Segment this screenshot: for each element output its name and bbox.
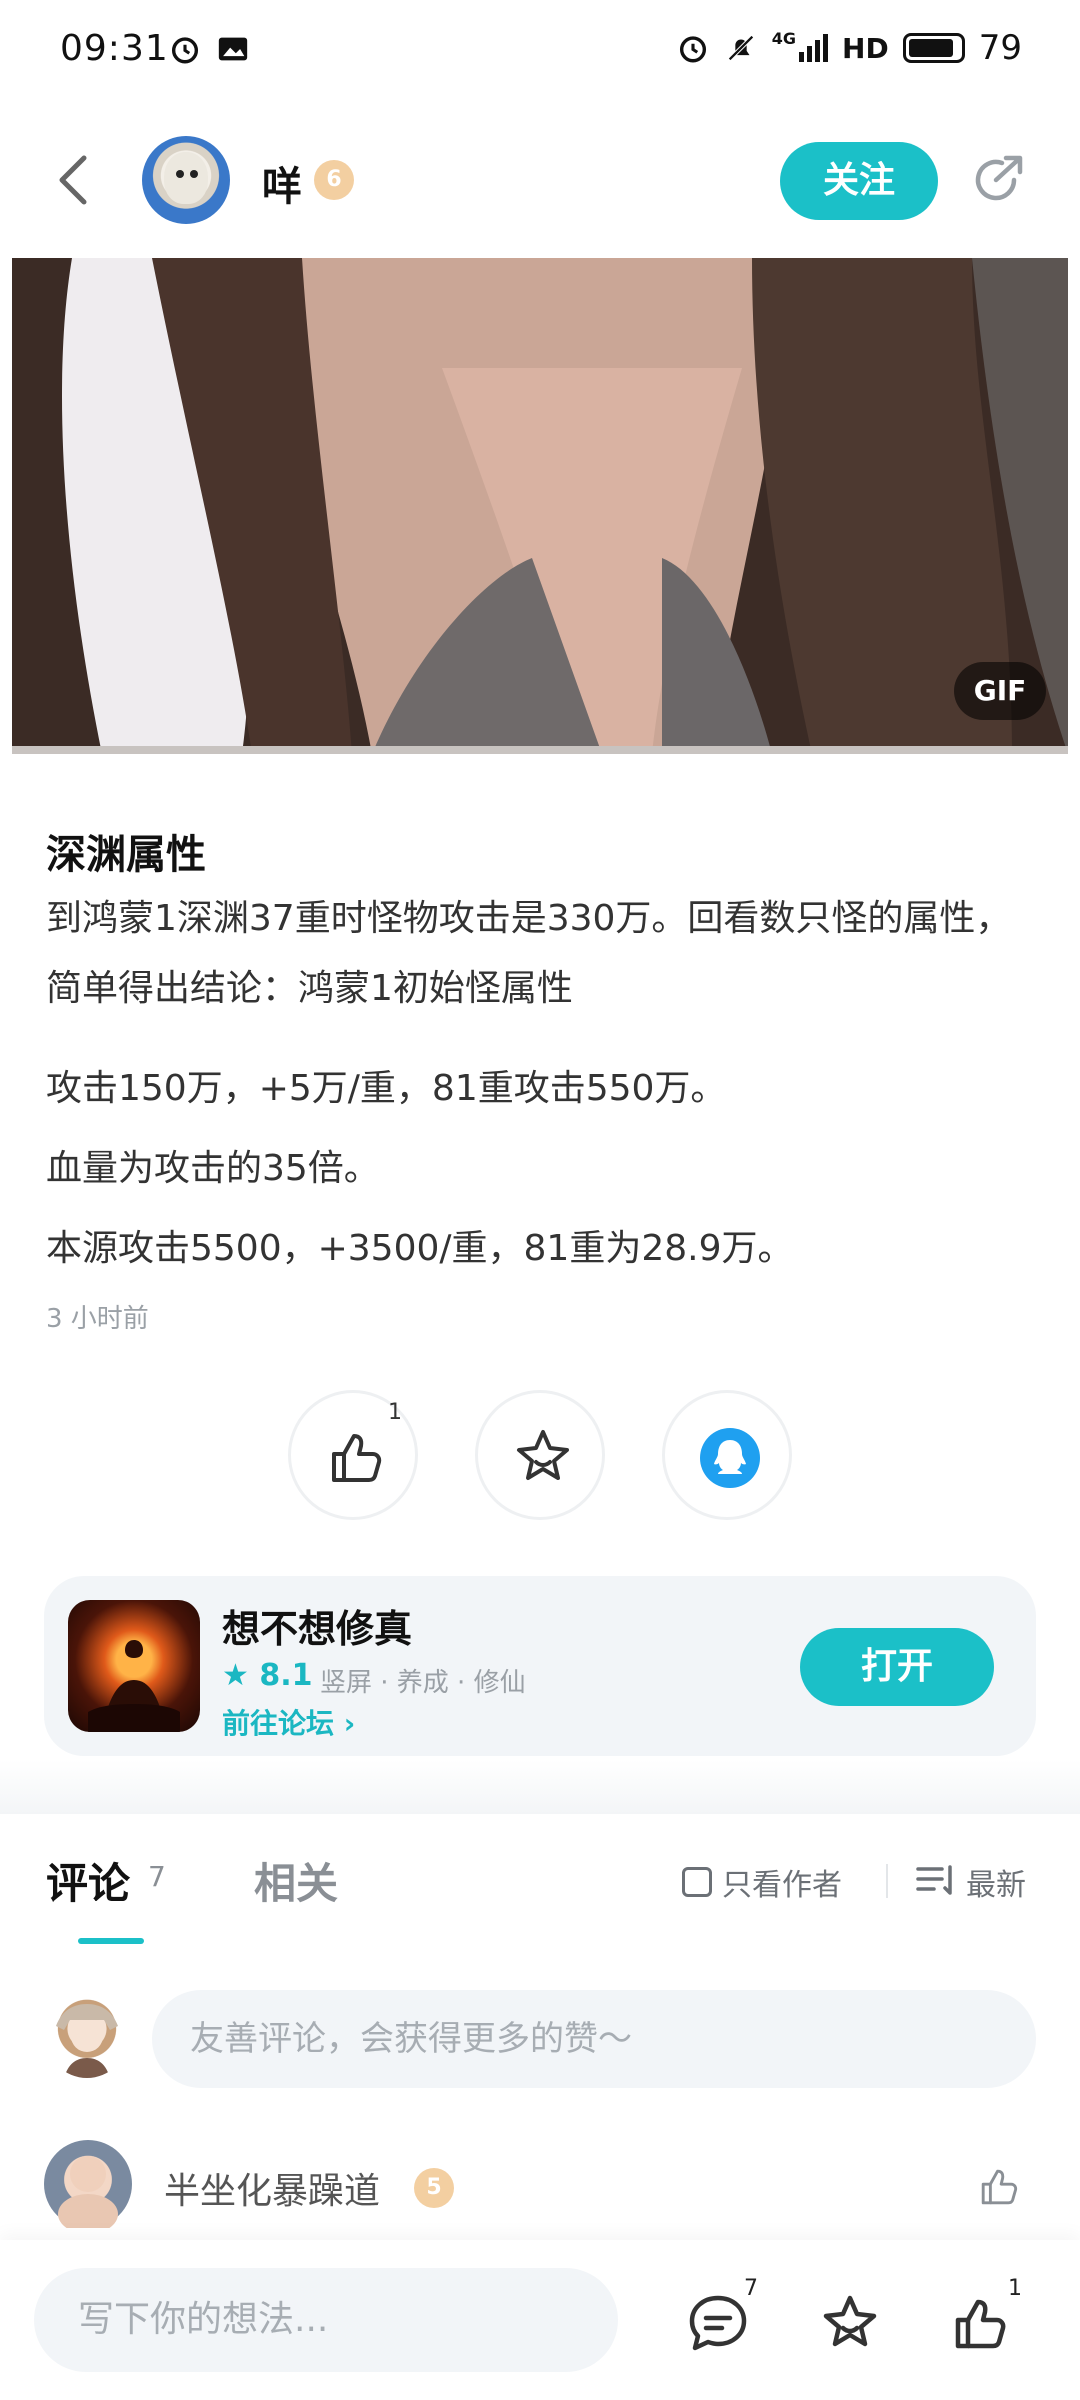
game-rating: ★ 8.1 — [222, 1658, 313, 1693]
signal-icon: 4G — [772, 29, 829, 62]
my-avatar — [46, 1996, 128, 2078]
post-time: 3 小时前 — [46, 1304, 149, 1334]
star-icon — [517, 1430, 569, 1480]
forum-link-label: 前往论坛 — [222, 1707, 335, 1740]
like-count: 1 — [388, 1400, 402, 1425]
level-number: 5 — [426, 2175, 442, 2200]
comment-bubble-icon[interactable] — [686, 2292, 750, 2356]
level-badge: 5 — [414, 2168, 454, 2208]
author-only-label: 只看作者 — [722, 1868, 842, 1903]
tab-comments[interactable]: 评论 — [46, 1850, 130, 1911]
post-title: 深渊属性 — [46, 832, 206, 878]
post-header: 咩 6 关注 — [0, 120, 1080, 240]
favorite-star-icon[interactable] — [818, 2292, 882, 2356]
hd-indicator: HD — [842, 31, 889, 65]
network-type: 4G — [771, 29, 797, 48]
sort-toggle[interactable]: 最新 — [916, 1860, 1026, 1904]
alarm-clock-icon — [171, 37, 199, 64]
post-gif-image[interactable]: GIF — [12, 258, 1068, 754]
bottom-action-bar: 写下你的想法... 7 1 — [0, 2240, 1080, 2400]
post-paragraph: 到鸿蒙1深渊37重时怪物攻击是330万。回看数只怪的属性，简单得出结论：鸿蒙1初… — [46, 898, 1012, 1009]
post-paragraph: 本源攻击5500，+3500/重，81重为28.9万。 — [46, 1228, 794, 1269]
battery-level: 79 — [978, 28, 1022, 68]
author-only-toggle[interactable]: 只看作者 — [682, 1860, 842, 1904]
comments-count: 7 — [148, 1860, 166, 1893]
follow-button[interactable]: 关注 — [780, 142, 938, 220]
gif-frame — [12, 258, 1068, 754]
thumbs-up-icon — [332, 1434, 382, 1482]
forum-link[interactable]: 前往论坛 › — [222, 1702, 355, 1742]
comment-tabs: 评论 7 相关 只看作者 最新 — [0, 1814, 1080, 1954]
post-paragraph: 血量为攻击的35倍。 — [46, 1148, 380, 1189]
rating-value: 8.1 — [259, 1658, 313, 1693]
status-time: 09:31 — [60, 28, 169, 69]
sort-label: 最新 — [966, 1868, 1026, 1903]
bottom-comment-count: 7 — [744, 2276, 758, 2301]
comment-author-name[interactable]: 半坐化暴躁道 — [164, 2162, 380, 2214]
status-bar: 09:31 4G HD 79 — [0, 0, 1080, 100]
game-tags: 竖屏 · 养成 · 修仙 — [320, 1668, 526, 1698]
status-right-icons: 4G HD 79 — [676, 28, 1022, 68]
bottom-like-count: 1 — [1008, 2276, 1022, 2301]
post-paragraph: 攻击150万，+5万/重，81重攻击550万。 — [46, 1068, 727, 1109]
image-notification-icon — [218, 37, 248, 61]
comment-like-icon[interactable] — [976, 2164, 1022, 2210]
checkbox-icon — [682, 1867, 712, 1897]
favorite-button[interactable] — [475, 1390, 605, 1520]
share-icon[interactable] — [968, 150, 1028, 210]
write-comment-input[interactable]: 写下你的想法... — [34, 2268, 618, 2372]
sort-icon — [916, 1865, 952, 1895]
game-card[interactable]: 想不想修真 ★ 8.1 竖屏 · 养成 · 修仙 前往论坛 › 打开 — [44, 1576, 1036, 1756]
gif-badge: GIF — [954, 662, 1046, 720]
alarm-icon — [679, 36, 706, 63]
back-arrow-icon[interactable] — [50, 150, 100, 210]
thumbs-up-icon[interactable] — [948, 2292, 1012, 2356]
qq-penguin-icon — [700, 1428, 760, 1488]
author-name[interactable]: 咩 — [262, 154, 302, 212]
status-left-icons — [168, 32, 250, 66]
section-divider — [0, 1760, 1080, 1814]
author-avatar[interactable] — [142, 136, 230, 224]
comment-avatar[interactable] — [44, 2140, 132, 2234]
open-game-button[interactable]: 打开 — [800, 1628, 994, 1706]
mute-bell-icon — [727, 35, 754, 61]
comment-input[interactable]: 友善评论，会获得更多的赞～ — [152, 1990, 1036, 2088]
game-name: 想不想修真 — [222, 1607, 413, 1651]
level-number: 6 — [326, 167, 342, 192]
level-badge: 6 — [314, 160, 354, 200]
active-tab-indicator — [78, 1938, 144, 1944]
rating-star-icon: ★ — [222, 1658, 249, 1693]
game-icon — [68, 1600, 200, 1732]
share-qq-button[interactable] — [662, 1390, 792, 1520]
battery-icon — [902, 33, 965, 63]
tab-related[interactable]: 相关 — [254, 1850, 338, 1911]
chevron-right-icon: › — [343, 1707, 356, 1740]
divider — [886, 1864, 888, 1898]
